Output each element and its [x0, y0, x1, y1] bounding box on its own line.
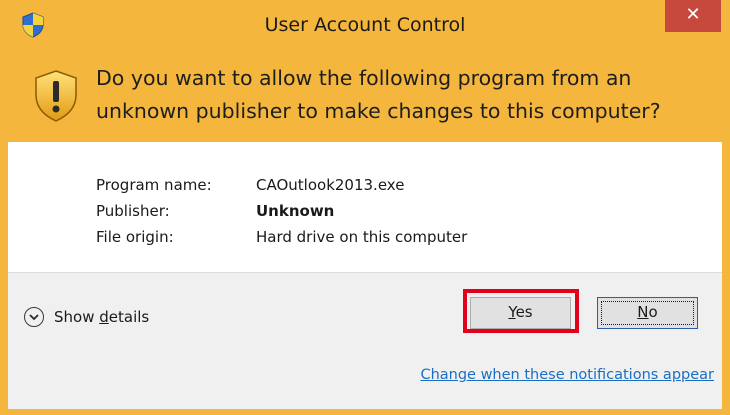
file-origin-label: File origin:	[96, 228, 174, 246]
chevron-down-circle-icon	[24, 307, 44, 327]
yes-button[interactable]: Yes	[470, 297, 571, 329]
publisher-value: Unknown	[256, 202, 335, 220]
dialog-footer: Show details Yes No Change when these no…	[8, 272, 722, 409]
file-origin-row: File origin: Hard drive on this computer	[96, 228, 467, 246]
file-origin-value: Hard drive on this computer	[256, 228, 468, 246]
change-notifications-link[interactable]: Change when these notifications appear	[420, 367, 714, 383]
chevron-down-icon	[29, 313, 39, 320]
program-info: Program name: CAOutlook2013.exe Publisher…	[8, 142, 722, 272]
show-details-label: Show details	[54, 308, 150, 326]
title-bar: User Account Control ✕	[0, 0, 730, 52]
window-title: User Account Control	[264, 14, 466, 36]
publisher-row: Publisher: Unknown	[96, 202, 334, 220]
prompt-banner: Do you want to allow the following progr…	[8, 52, 722, 142]
prompt-question: Do you want to allow the following progr…	[96, 66, 661, 123]
no-button[interactable]: No	[597, 297, 698, 329]
program-name-label: Program name:	[96, 176, 212, 194]
uac-dialog: User Account Control ✕ Do you want to al…	[0, 0, 730, 415]
publisher-label: Publisher:	[96, 202, 170, 220]
close-button[interactable]: ✕	[665, 0, 721, 32]
show-details-toggle[interactable]: Show details	[24, 305, 149, 329]
warning-shield-icon	[35, 70, 77, 122]
program-name-value: CAOutlook2013.exe	[256, 176, 405, 194]
program-name-row: Program name: CAOutlook2013.exe	[96, 176, 404, 194]
